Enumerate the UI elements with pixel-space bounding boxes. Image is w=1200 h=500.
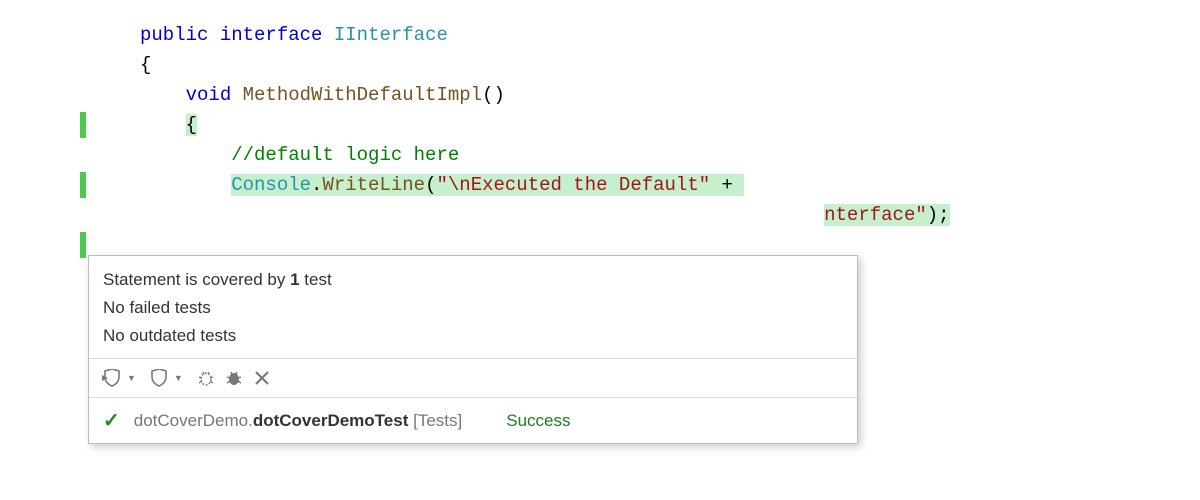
- method-name: MethodWithDefaultImpl: [243, 84, 482, 106]
- code-text: void MethodWithDefaultImpl(): [90, 80, 505, 110]
- coverage-text: Statement is covered by: [103, 270, 290, 289]
- code-text: //default logic here: [90, 140, 459, 170]
- paren-open: (: [425, 174, 436, 196]
- coverage-marker[interactable]: [80, 172, 86, 198]
- code-line: public interface IInterface: [0, 20, 1200, 50]
- tooltip-toolbar: ▼ ▼: [89, 358, 857, 397]
- bug-filled-icon[interactable]: [223, 367, 245, 389]
- console-type: Console: [231, 174, 311, 196]
- brace-open-covered: {: [186, 114, 197, 136]
- code-line: {: [0, 50, 1200, 80]
- no-outdated-tests-line: No outdated tests: [103, 322, 843, 350]
- gutter[interactable]: [0, 110, 90, 140]
- string-literal-tail: nterface": [824, 204, 927, 226]
- test-path: dotCoverDemo.dotCoverDemoTest [Tests]: [134, 411, 462, 431]
- test-namespace: dotCoverDemo.: [134, 411, 253, 430]
- code-text: {: [90, 50, 151, 80]
- gutter: [0, 50, 90, 80]
- tooltip-body: Statement is covered by 1 test No failed…: [89, 256, 857, 358]
- shield-run-icon[interactable]: [101, 367, 123, 389]
- checkmark-icon: ✓: [103, 408, 120, 433]
- coverage-tooltip: Statement is covered by 1 test No failed…: [88, 255, 858, 444]
- test-result-row[interactable]: ✓ dotCoverDemo.dotCoverDemoTest [Tests] …: [89, 397, 857, 443]
- gutter: [0, 80, 90, 110]
- coverage-text: test: [300, 270, 332, 289]
- close-icon[interactable]: [251, 367, 273, 389]
- dot: .: [311, 174, 322, 196]
- dropdown-arrow-icon[interactable]: ▼: [127, 373, 136, 383]
- gutter[interactable]: [0, 230, 90, 260]
- coverage-summary-line: Statement is covered by 1 test: [103, 266, 843, 294]
- parens: (): [482, 84, 505, 106]
- brace-open: {: [140, 54, 151, 76]
- code-line: nterface");: [0, 200, 1200, 230]
- keyword-public: public: [140, 24, 208, 46]
- code-line: {: [0, 110, 1200, 140]
- close-paren-semi: );: [927, 204, 950, 226]
- code-editor[interactable]: public interface IInterface { void Metho…: [0, 20, 1200, 260]
- type-name: IInterface: [334, 24, 448, 46]
- code-text: Console.WriteLine("\nExecuted the Defaul…: [90, 170, 744, 200]
- comment: //default logic here: [231, 144, 459, 166]
- code-line: //default logic here: [0, 140, 1200, 170]
- coverage-marker[interactable]: [80, 112, 86, 138]
- keyword-interface: interface: [220, 24, 323, 46]
- test-status: Success: [506, 411, 570, 431]
- code-text: {: [90, 110, 197, 140]
- dropdown-arrow-icon[interactable]: ▼: [174, 373, 183, 383]
- test-category: [Tests]: [408, 411, 462, 430]
- gutter: [0, 20, 90, 50]
- gutter: [0, 140, 90, 170]
- bug-outline-icon[interactable]: [195, 367, 217, 389]
- keyword-void: void: [186, 84, 232, 106]
- gutter[interactable]: [0, 170, 90, 200]
- code-text: public interface IInterface: [90, 20, 448, 50]
- code-line: Console.WriteLine("\nExecuted the Defaul…: [0, 170, 1200, 200]
- gutter: [0, 200, 90, 230]
- coverage-marker[interactable]: [80, 232, 86, 258]
- no-failed-tests-line: No failed tests: [103, 294, 843, 322]
- code-text: nterface");: [90, 200, 950, 230]
- string-literal: "\nExecuted the Default": [436, 174, 710, 196]
- coverage-count: 1: [290, 270, 299, 289]
- plus-operator: +: [710, 174, 744, 196]
- shield-icon[interactable]: [148, 367, 170, 389]
- code-line: void MethodWithDefaultImpl(): [0, 80, 1200, 110]
- writeline-method: WriteLine: [322, 174, 425, 196]
- test-name: dotCoverDemoTest: [253, 411, 409, 430]
